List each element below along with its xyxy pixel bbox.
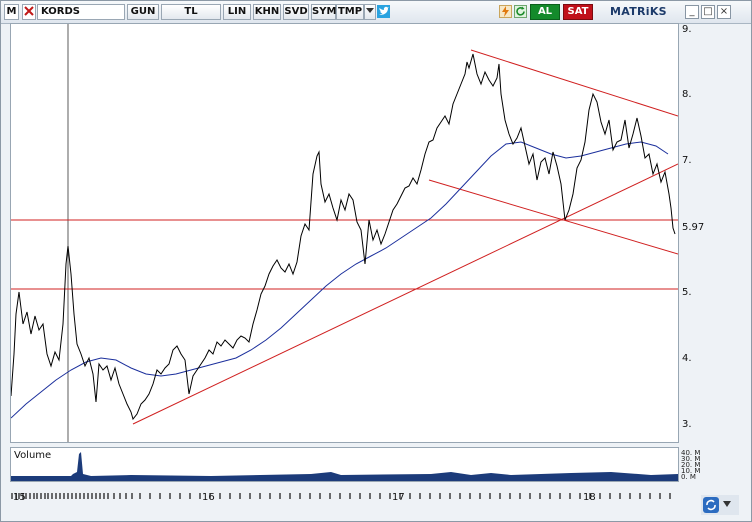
price-chart-canvas — [10, 24, 679, 442]
twitter-bird-icon[interactable] — [377, 5, 390, 18]
period-button[interactable]: GUN — [127, 4, 159, 20]
volume-tick-0: 0. M — [681, 473, 696, 481]
y-tick-4: 4. — [682, 353, 692, 364]
lightning-icon[interactable] — [499, 5, 512, 18]
svd-button[interactable]: SVD — [283, 4, 309, 20]
sym-button[interactable]: SYM — [311, 4, 336, 20]
maximize-icon[interactable]: □ — [701, 5, 715, 19]
uptrend-line — [132, 163, 679, 425]
time-axis[interactable] — [10, 486, 679, 508]
y-tick-8: 8. — [682, 89, 692, 100]
channel-upper-line — [470, 49, 679, 117]
template-button[interactable]: TMP — [336, 4, 364, 20]
symbol-field[interactable]: KORDS — [37, 4, 125, 20]
price-line — [10, 53, 676, 421]
sell-button[interactable]: SAT — [563, 4, 593, 20]
close-icon[interactable]: × — [717, 5, 731, 19]
scale-button[interactable]: LIN — [223, 4, 251, 20]
x-tick-15: 15 — [13, 492, 26, 503]
volume-panel[interactable] — [10, 447, 679, 482]
settings-sync-icon[interactable] — [701, 495, 739, 515]
minimize-icon[interactable]: _ — [685, 5, 699, 19]
matriks-logo: MATRiKS — [610, 5, 667, 18]
refresh-icon[interactable] — [514, 5, 527, 18]
x-tick-17: 17 — [392, 492, 405, 503]
buy-button[interactable]: AL — [530, 4, 560, 20]
volume-bars — [11, 452, 678, 481]
channel-lower-line — [428, 179, 679, 255]
y-tick-7: 7. — [682, 155, 692, 166]
mode-button[interactable]: M — [4, 4, 19, 20]
x-tick-18: 18 — [583, 492, 596, 503]
volume-axis-ticks: 40. M 30. M 20. M 10. M 0. M — [681, 449, 700, 481]
triangle-down-icon[interactable] — [364, 4, 376, 20]
volume-label: Volume — [14, 450, 52, 461]
y-tick-5: 5. — [682, 287, 692, 298]
chart-window: M KORDS GUN TL LIN KHN SVD SYM TMP AL SA… — [0, 0, 752, 522]
khn-button[interactable]: KHN — [253, 4, 281, 20]
last-price-label: 5.97 — [682, 222, 705, 233]
toolbar: M KORDS GUN TL LIN KHN SVD SYM TMP AL SA… — [1, 1, 751, 24]
x-tick-16: 16 — [202, 492, 215, 503]
close-symbol-icon[interactable] — [22, 4, 36, 20]
time-axis-ticks — [11, 493, 671, 499]
y-tick-3: 3. — [682, 419, 692, 430]
currency-button[interactable]: TL — [161, 4, 221, 20]
price-chart[interactable] — [10, 23, 679, 443]
y-tick-9: 9. — [682, 24, 692, 35]
